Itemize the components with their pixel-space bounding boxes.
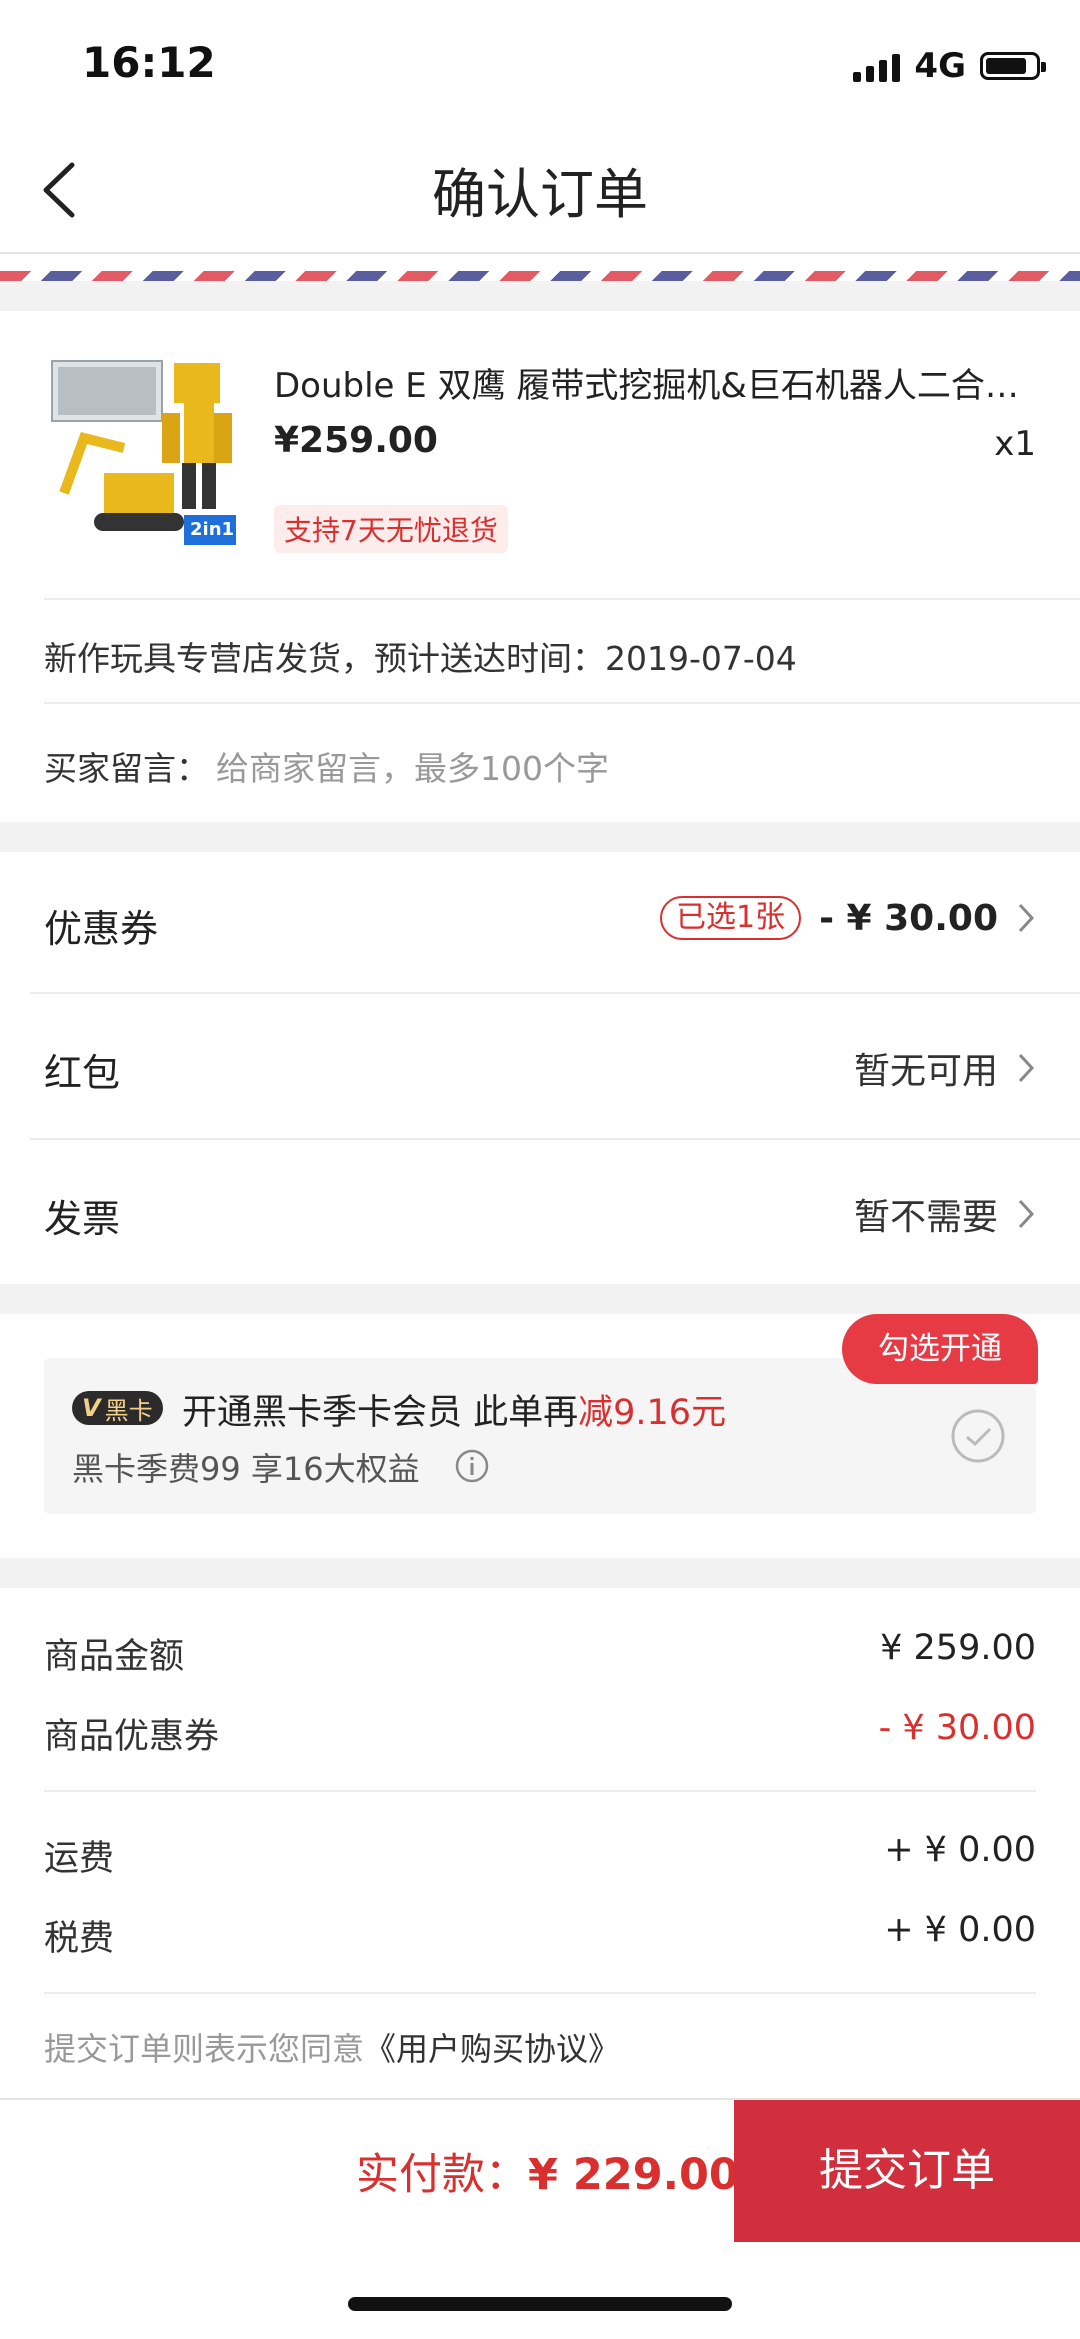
buyer-message-input[interactable]: 给商家留言，最多100个字 xyxy=(216,742,609,790)
home-indicator[interactable] xyxy=(348,2297,732,2311)
product-quantity: x1 xyxy=(994,424,1036,464)
coupon-value: - ¥ 30.00 xyxy=(819,897,998,939)
status-indicators: 4G xyxy=(853,46,1046,86)
invoice-row[interactable]: 发票 暂不需要 xyxy=(0,1140,1080,1284)
submit-order-button[interactable]: 提交订单 xyxy=(734,2100,1080,2242)
agreement-prefix: 提交订单则表示您同意 xyxy=(44,2030,365,2068)
total-payment: 实付款：¥ 229.00 xyxy=(356,2140,739,2202)
coupon-row[interactable]: 优惠券 已选1张 - ¥ 30.00 xyxy=(0,852,1080,992)
tax-label: 税费 xyxy=(44,1919,115,1959)
freight-label: 运费 xyxy=(44,1839,115,1879)
total-payment-label: 实付款： xyxy=(356,2150,528,2200)
product-image[interactable]: 2in1 xyxy=(44,343,244,553)
goods-amount-value: ¥ 259.00 xyxy=(880,1628,1036,1668)
network-type: 4G xyxy=(914,46,966,86)
check-circle-icon[interactable] xyxy=(950,1408,1006,1464)
redpacket-value: 暂无可用 xyxy=(853,1051,998,1092)
blackcard-offer-text: 开通黑卡季卡会员 此单再 xyxy=(182,1393,579,1433)
return-policy-tag: 支持7天无忧退货 xyxy=(274,505,508,553)
goods-coupon-label: 商品优惠券 xyxy=(44,1717,220,1757)
chevron-right-icon xyxy=(1018,903,1035,933)
divider xyxy=(44,1992,1036,1994)
redpacket-row[interactable]: 红包 暂无可用 xyxy=(0,994,1080,1138)
info-icon[interactable] xyxy=(454,1448,490,1484)
invoice-value-group: 暂不需要 xyxy=(854,1188,1036,1240)
blackcard-chip: V 黑卡 xyxy=(72,1391,163,1425)
blackcard-activate-bubble[interactable]: 勾选开通 xyxy=(842,1314,1038,1384)
goods-amount-label: 商品金额 xyxy=(44,1637,185,1677)
blackcard-discount: 减9.16元 xyxy=(578,1393,727,1433)
buyer-message-label: 买家留言： xyxy=(44,749,209,788)
coupon-label: 优惠券 xyxy=(44,907,159,951)
v-icon: V xyxy=(82,1394,101,1422)
divider xyxy=(44,598,1080,600)
divider xyxy=(44,1790,1036,1792)
signal-icon xyxy=(853,50,901,82)
chevron-right-icon xyxy=(1018,1199,1035,1229)
blackcard-chip-label: 黑卡 xyxy=(104,1396,153,1425)
freight-value: + ¥ 0.00 xyxy=(884,1830,1036,1870)
redpacket-label: 红包 xyxy=(44,1051,121,1095)
product-image-label: 2in1 xyxy=(190,519,235,540)
coupon-selected-badge: 已选1张 xyxy=(659,896,802,940)
section-gap xyxy=(0,1558,1080,1588)
coupon-value-group: 已选1张 - ¥ 30.00 xyxy=(659,896,1036,940)
nav-divider xyxy=(0,252,1080,254)
goods-coupon-value: - ¥ 30.00 xyxy=(878,1708,1036,1748)
invoice-value: 暂不需要 xyxy=(853,1197,998,1238)
chevron-right-icon xyxy=(1018,1053,1035,1083)
agreement-text: 提交订单则表示您同意《用户购买协议》 xyxy=(44,2024,620,2070)
blackcard-sub: 黑卡季费99 享16大权益 xyxy=(72,1450,420,1488)
page-title: 确认订单 xyxy=(432,163,648,226)
airmail-border xyxy=(0,271,1080,281)
battery-icon xyxy=(980,52,1046,80)
blackcard-offer: 开通黑卡季卡会员 此单再减9.16元 xyxy=(182,1384,726,1435)
invoice-label: 发票 xyxy=(44,1197,121,1241)
section-gap xyxy=(0,822,1080,852)
tax-value: + ¥ 0.00 xyxy=(884,1910,1036,1950)
product-title[interactable]: Double E 双鹰 履带式挖掘机&巨石机器人二合… xyxy=(274,358,1034,407)
shipping-info: 新作玩具专营店发货，预计送达时间：2019-07-04 xyxy=(44,639,797,678)
section-gap xyxy=(0,281,1080,311)
divider xyxy=(44,702,1080,704)
redpacket-value-group: 暂无可用 xyxy=(854,1042,1036,1094)
total-payment-amount: ¥ 229.00 xyxy=(528,2150,739,2200)
product-price: ¥259.00 xyxy=(274,420,438,461)
section-gap xyxy=(0,1284,1080,1314)
user-agreement-link[interactable]: 《用户购买协议》 xyxy=(364,2030,620,2068)
status-time: 16:12 xyxy=(82,38,216,87)
